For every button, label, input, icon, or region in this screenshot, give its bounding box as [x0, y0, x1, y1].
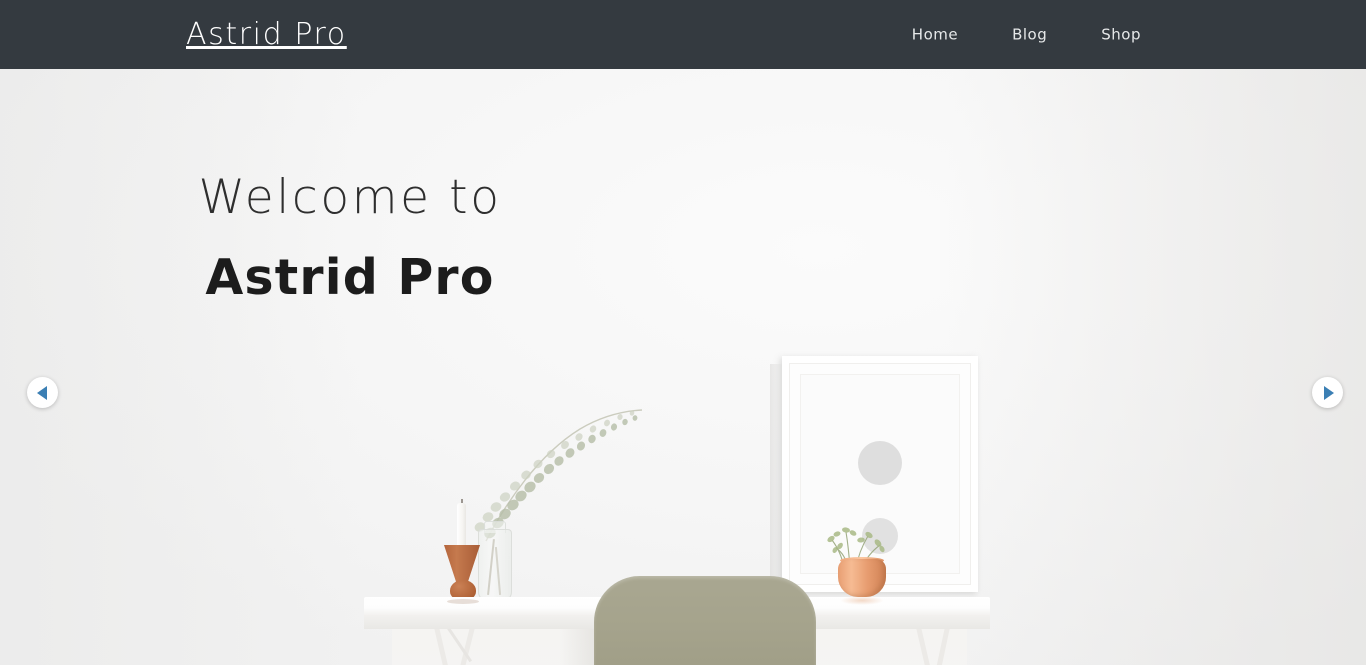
artwork-circle-upper	[858, 441, 902, 485]
candle-holder-reflection	[447, 599, 479, 604]
wall-shading-right	[946, 69, 1366, 665]
main-navigation: Home Blog Shop	[885, 27, 1168, 42]
nav-item-blog[interactable]: Blog	[985, 27, 1074, 42]
triangle-left-icon	[36, 385, 47, 400]
hero-background-photo	[0, 69, 1366, 665]
nav-item-shop[interactable]: Shop	[1074, 27, 1168, 42]
copper-planter	[838, 559, 886, 597]
slider-next-button[interactable]	[1312, 377, 1343, 408]
wall-shading-left	[0, 69, 360, 665]
planter-reflection	[840, 596, 884, 605]
triangle-right-icon	[1323, 385, 1334, 400]
site-header: Astrid Pro Home Blog Shop	[0, 0, 1366, 69]
slider-prev-button[interactable]	[27, 377, 58, 408]
hero-slider: Welcome to Astrid Pro	[0, 69, 1366, 665]
white-candle	[457, 503, 466, 545]
nav-item-home[interactable]: Home	[885, 27, 985, 42]
chair-backrest	[594, 576, 816, 665]
site-title-logo[interactable]: Astrid Pro	[186, 19, 347, 50]
glass-vase	[478, 529, 512, 601]
